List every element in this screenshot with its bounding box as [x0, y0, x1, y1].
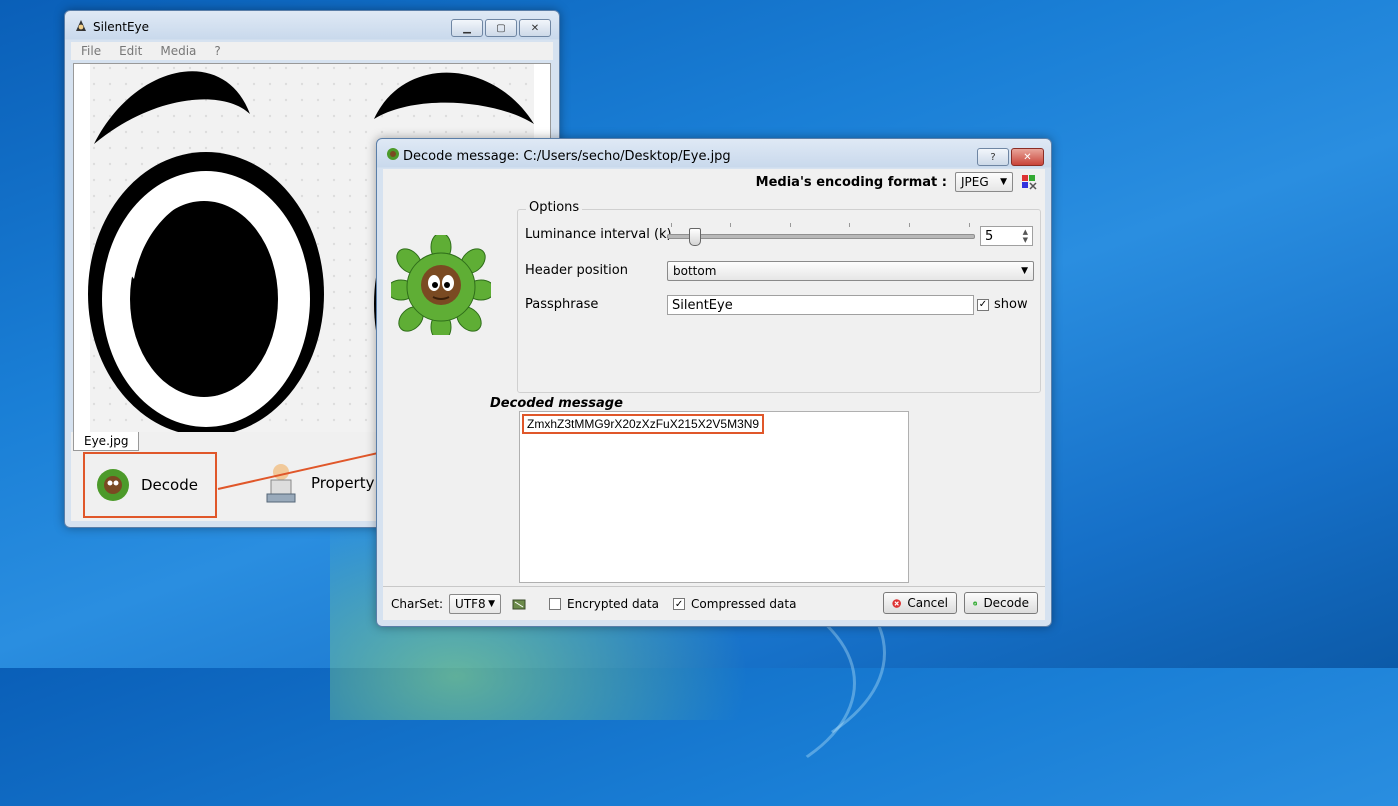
- dialog-body: Media's encoding format : JPEG ▼ Options…: [383, 169, 1045, 620]
- encrypted-checkbox[interactable]: [549, 598, 562, 610]
- decoded-message-title: Decoded message: [490, 396, 623, 411]
- slider-tick: [671, 223, 672, 227]
- show-toggle[interactable]: ✓ show: [977, 297, 1028, 312]
- luminance-slider[interactable]: [667, 221, 975, 251]
- charset-label: CharSet:: [391, 597, 444, 611]
- dialog-close-button[interactable]: ✕: [1011, 148, 1044, 166]
- slider-tick: [849, 223, 850, 227]
- encoding-format-select[interactable]: JPEG ▼: [955, 172, 1013, 192]
- slider-tick: [969, 223, 970, 227]
- slider-track: [667, 234, 975, 239]
- format-settings-icon[interactable]: [1021, 174, 1037, 190]
- chevron-down-icon: ▼: [1000, 177, 1007, 187]
- bottom-divider: [383, 586, 1045, 587]
- passphrase-row: Passphrase: [525, 297, 598, 312]
- encoding-format-label: Media's encoding format :: [755, 174, 947, 190]
- encoding-format-value: JPEG: [961, 175, 989, 189]
- decode-submit-label: Decode: [983, 596, 1029, 610]
- decode-mascot-icon: [391, 235, 491, 335]
- cancel-label: Cancel: [907, 596, 948, 610]
- header-position-row: Header position: [525, 263, 628, 278]
- header-position-select[interactable]: bottom ▼: [667, 261, 1034, 281]
- luminance-label: Luminance interval (k): [525, 227, 672, 242]
- chevron-down-icon: ▼: [1021, 266, 1028, 276]
- passphrase-input[interactable]: [667, 295, 974, 315]
- decode-submit-button[interactable]: Decode: [964, 592, 1038, 614]
- header-position-value: bottom: [673, 264, 717, 278]
- spin-arrows-icon[interactable]: ▲ ▼: [1023, 228, 1028, 244]
- show-checkbox[interactable]: ✓: [977, 298, 989, 311]
- passphrase-label: Passphrase: [525, 297, 599, 312]
- encoding-row: Media's encoding format : JPEG ▼: [756, 172, 1037, 192]
- decode-dialog: Decode message: C:/Users/secho/Desktop/E…: [376, 138, 1052, 627]
- cancel-icon: [892, 598, 901, 608]
- compressed-checkbox[interactable]: ✓: [673, 598, 686, 610]
- dialog-titlebar[interactable]: Decode message: C:/Users/secho/Desktop/E…: [377, 139, 1051, 169]
- decoded-message-textarea[interactable]: ZmxhZ3tMMG9rX20zXzFuX215X2V5M3N9: [519, 411, 909, 583]
- encrypted-label: Encrypted data: [567, 597, 660, 611]
- charset-select[interactable]: UTF8 ▼: [449, 594, 502, 614]
- chevron-down-icon: ▼: [488, 599, 496, 609]
- charset-value: UTF8: [455, 597, 486, 611]
- slider-thumb[interactable]: [689, 228, 701, 246]
- dialog-title: Decode message: C:/Users/secho/Desktop/E…: [403, 149, 731, 164]
- decode-dialog-icon: [387, 148, 399, 160]
- slider-tick: [730, 223, 731, 227]
- compressed-label: Compressed data: [691, 597, 797, 611]
- charset-row: CharSet: UTF8 ▼ Encrypted data ✓ Compres…: [391, 594, 796, 614]
- slider-tick: [909, 223, 910, 227]
- luminance-spinbox[interactable]: 5 ▲ ▼: [980, 226, 1033, 246]
- slider-tick: [790, 223, 791, 227]
- charset-settings-icon[interactable]: [511, 596, 527, 612]
- cancel-button[interactable]: Cancel: [883, 592, 957, 614]
- header-position-label: Header position: [525, 263, 628, 278]
- decoded-message-text: ZmxhZ3tMMG9rX20zXzFuX215X2V5M3N9: [521, 414, 765, 434]
- luminance-value: 5: [985, 228, 994, 244]
- help-button[interactable]: ?: [977, 148, 1009, 166]
- show-label: show: [994, 297, 1028, 312]
- check-icon: [973, 600, 978, 606]
- options-title: Options: [526, 200, 583, 215]
